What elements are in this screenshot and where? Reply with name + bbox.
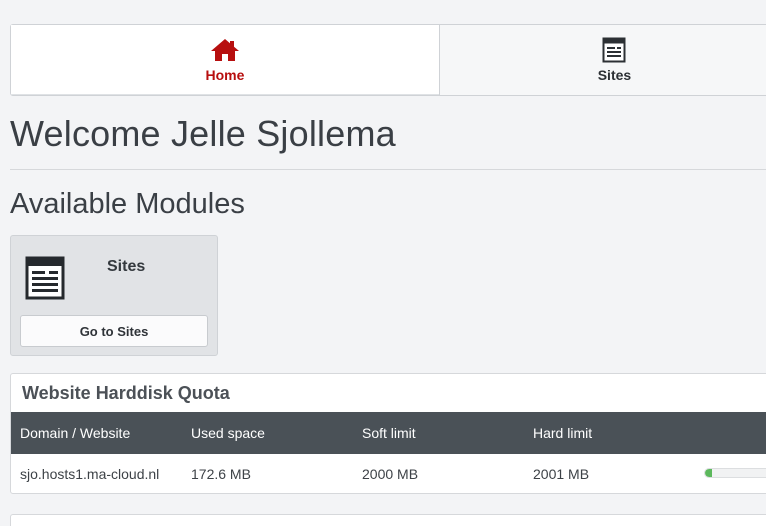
main-nav-tabs: Home Sites [10,24,766,96]
column-header-used-space: Used space [191,425,265,441]
home-icon [210,37,240,63]
quota-title: Website Harddisk Quota [22,383,230,403]
cell-domain: sjo.hosts1.ma-cloud.nl [20,466,160,482]
tab-home[interactable]: Home [11,25,439,95]
tab-sites-label: Sites [597,67,632,83]
column-header-domain: Domain / Website [20,425,131,441]
go-to-sites-button[interactable]: Go to Sites [20,315,208,347]
browser-window-icon [25,256,65,305]
modules-heading: Available Modules [10,188,245,220]
cell-used-space: 172.6 MB [191,466,251,482]
quota-panel: Website Harddisk Quota Domain / Website … [10,373,766,494]
tab-sites[interactable]: Sites [438,25,766,95]
tab-home-label: Home [205,67,245,83]
divider [10,169,766,170]
page: Home Sites Welcome Jelle Sjollema Availa… [0,0,766,526]
module-name: Sites [107,258,146,275]
column-header-soft-limit: Soft limit [362,425,416,441]
cell-hard-limit: 2001 MB [533,466,590,482]
cell-soft-limit: 2000 MB [362,466,419,482]
browser-window-icon [602,37,626,63]
usage-progress-fill [705,469,712,477]
column-header-hard-limit: Hard limit [533,425,593,441]
table-header: Domain / Website Used space Soft limit H… [11,412,766,454]
page-title: Welcome Jelle Sjollema [10,113,396,154]
module-card-sites: Sites Go to Sites [10,235,218,356]
next-panel [10,514,766,526]
usage-progress-bar [704,468,766,478]
